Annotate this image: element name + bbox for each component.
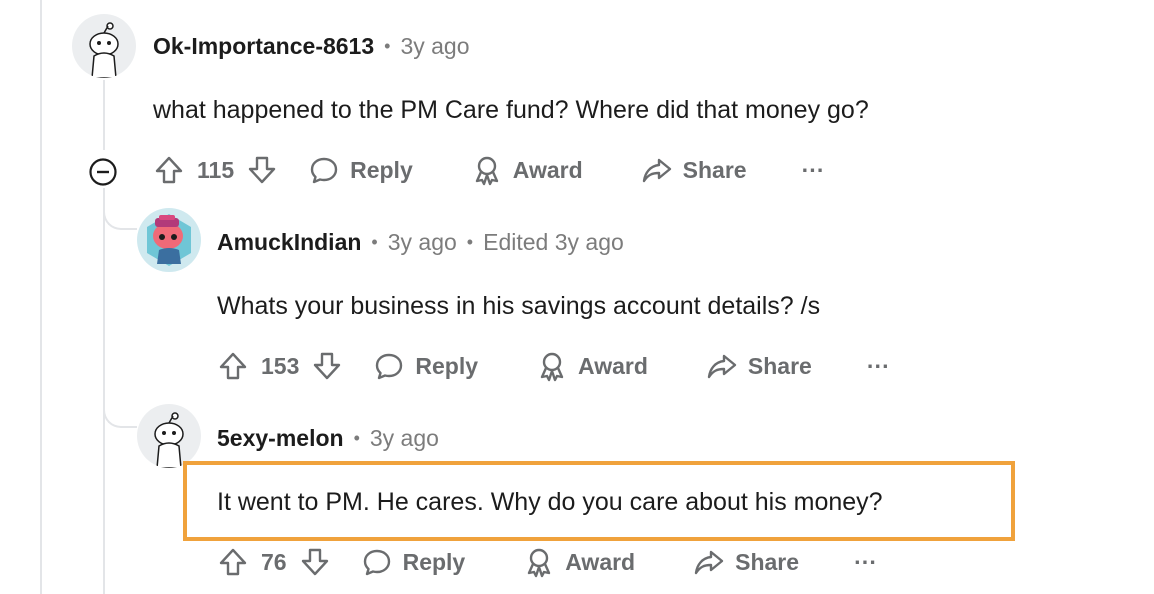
award-icon <box>540 352 564 382</box>
share-icon <box>707 354 737 379</box>
award-button[interactable]: Award <box>471 154 583 186</box>
award-label: Award <box>578 352 648 379</box>
reply-label: Reply <box>402 548 466 575</box>
reply-icon <box>363 549 390 576</box>
collapse-button[interactable] <box>88 157 118 187</box>
avatar[interactable] <box>137 208 201 272</box>
custom-avatar-icon <box>147 214 191 266</box>
downvote-button[interactable] <box>299 546 331 578</box>
comment-meta: 5exy-melon • 3y ago <box>217 425 439 452</box>
separator-dot: • <box>353 428 360 448</box>
avatar[interactable] <box>137 404 201 468</box>
award-label: Award <box>565 548 636 575</box>
thread-branch-2 <box>103 388 137 428</box>
comment-actions: 76 Reply Award Share ··· <box>217 546 877 578</box>
upvote-button[interactable] <box>217 350 249 382</box>
award-icon <box>475 156 498 186</box>
share-label: Share <box>682 156 747 183</box>
reply-label: Reply <box>415 352 479 379</box>
collapse-icon <box>89 158 117 186</box>
snoo-avatar-icon <box>154 412 184 468</box>
award-icon <box>528 548 551 578</box>
upvote-icon <box>219 352 247 380</box>
upvote-button[interactable] <box>217 546 249 578</box>
share-button[interactable]: Share <box>706 350 812 382</box>
upvote-button[interactable] <box>153 154 185 186</box>
share-label: Share <box>747 352 812 379</box>
reply-label: Reply <box>350 156 413 183</box>
comment-meta: Ok-Importance-8613 • 3y ago <box>153 33 470 60</box>
reply-icon <box>310 157 338 184</box>
share-label: Share <box>735 548 800 575</box>
comment-body: It went to PM. He cares. Why do you care… <box>217 488 883 516</box>
snoo-avatar-icon <box>89 22 119 78</box>
downvote-icon <box>248 156 276 184</box>
upvote-icon <box>155 156 183 184</box>
more-options-button[interactable]: ··· <box>802 157 825 184</box>
reply-button[interactable]: Reply <box>308 154 413 186</box>
timestamp[interactable]: 3y ago <box>400 33 469 60</box>
vote-count: 76 <box>261 548 287 575</box>
separator-dot: • <box>384 36 391 56</box>
vote-count: 115 <box>197 156 235 183</box>
vote-count: 153 <box>261 352 300 379</box>
comment-body: Whats your business in his savings accou… <box>217 292 821 320</box>
downvote-icon <box>301 548 328 576</box>
comment-actions: 115 Reply Award Share ··· <box>153 154 825 186</box>
award-button[interactable]: Award <box>523 546 635 578</box>
username[interactable]: AmuckIndian <box>217 229 361 256</box>
comment-actions: 153 Reply Award Share ··· <box>217 350 890 382</box>
timestamp[interactable]: 3y ago <box>370 425 439 452</box>
downvote-button[interactable] <box>311 350 343 382</box>
share-button[interactable]: Share <box>693 546 799 578</box>
separator-dot: • <box>466 232 474 252</box>
downvote-icon <box>314 352 341 380</box>
share-icon <box>642 158 671 183</box>
avatar[interactable] <box>72 14 136 78</box>
username[interactable]: Ok-Importance-8613 <box>153 33 374 60</box>
award-label: Award <box>512 156 583 183</box>
more-icon: ··· <box>866 352 890 379</box>
thread-line-outer <box>40 0 42 594</box>
award-button[interactable]: Award <box>536 350 648 382</box>
share-button[interactable]: Share <box>641 154 747 186</box>
thread-line-parent <box>103 80 105 150</box>
reply-button[interactable]: Reply <box>361 546 466 578</box>
thread-branch-1 <box>103 190 137 230</box>
share-icon <box>694 550 724 575</box>
more-icon: ··· <box>854 548 878 575</box>
reply-button[interactable]: Reply <box>373 350 478 382</box>
edited-label: Edited 3y ago <box>483 229 624 255</box>
more-icon: ··· <box>801 156 825 183</box>
more-options-button[interactable]: ··· <box>854 549 877 576</box>
separator-dot: • <box>371 232 378 252</box>
more-options-button[interactable]: ··· <box>867 353 890 380</box>
reply-icon <box>376 353 403 380</box>
username[interactable]: 5exy-melon <box>217 425 344 452</box>
upvote-icon <box>219 548 247 576</box>
timestamp[interactable]: 3y ago <box>388 229 457 256</box>
downvote-button[interactable] <box>246 154 278 186</box>
comment-meta: AmuckIndian • 3y ago • Edited 3y ago <box>217 229 624 256</box>
comment-body: what happened to the PM Care fund? Where… <box>153 96 869 124</box>
